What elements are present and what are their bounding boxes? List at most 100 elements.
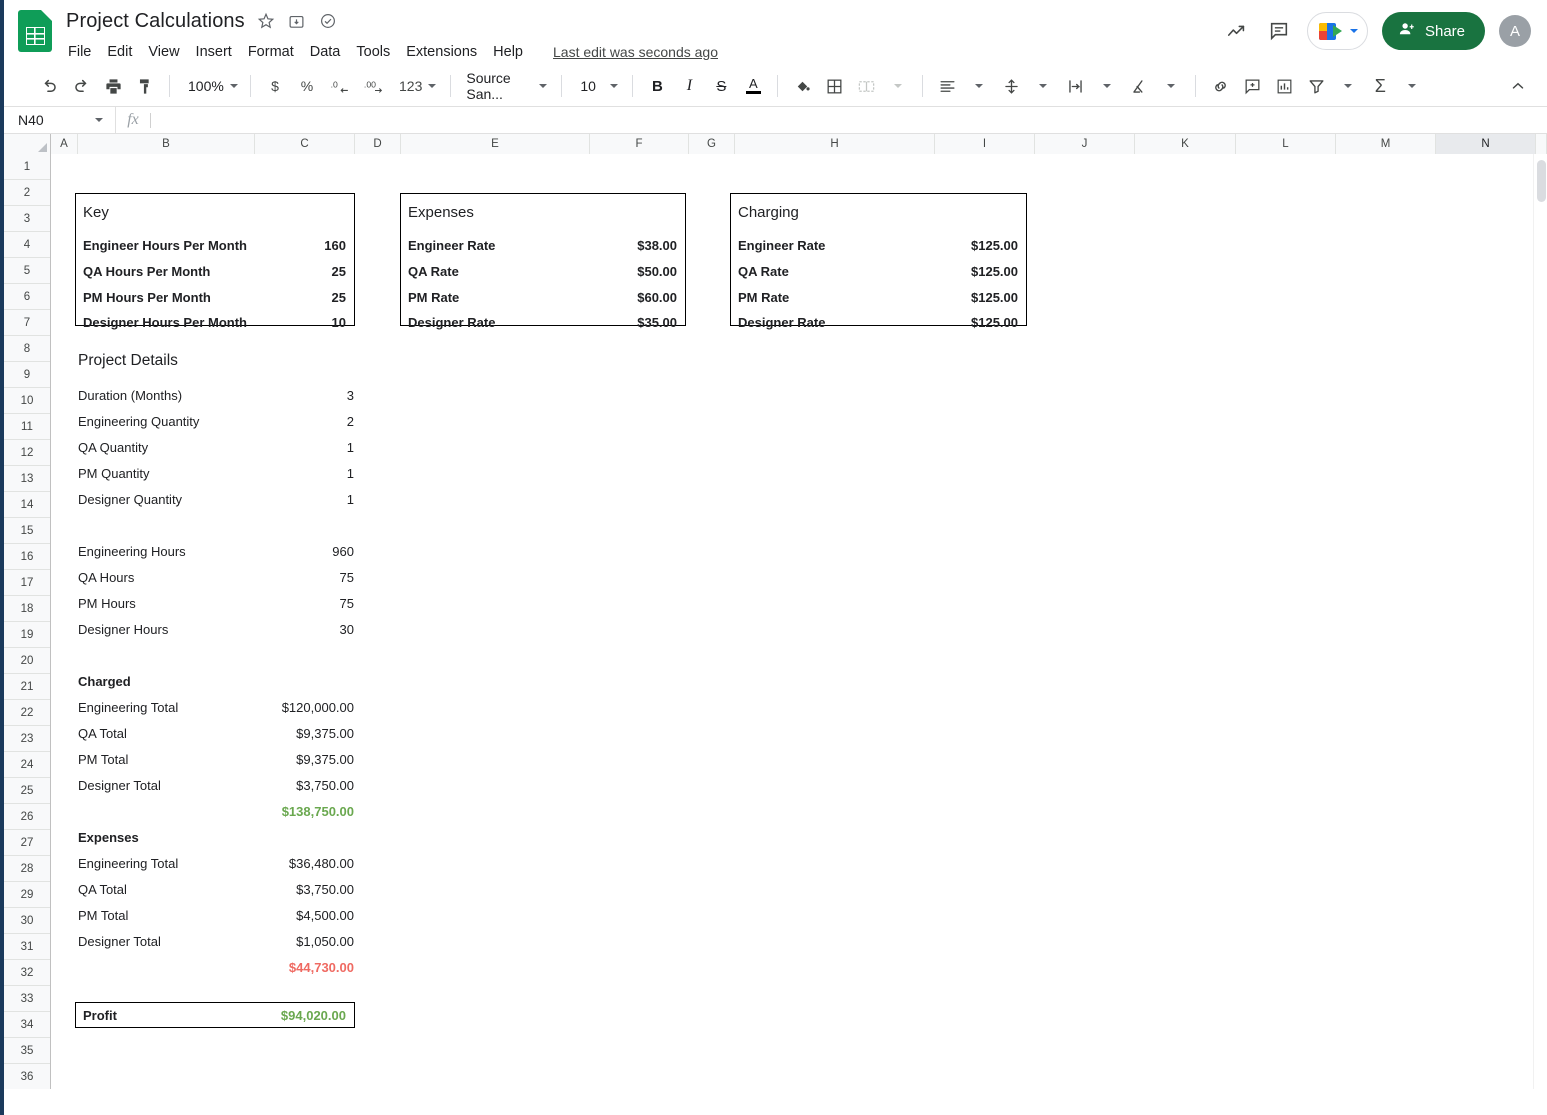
row-header[interactable]: 25 [4,778,50,804]
menu-item-help[interactable]: Help [485,41,531,63]
key-table-row[interactable]: Engineer Hours Per Month 160 [83,236,346,254]
collapse-toolbar-icon[interactable] [1503,71,1533,101]
print-icon[interactable] [98,71,128,101]
document-title[interactable]: Project Calculations [66,10,245,33]
filter-icon[interactable] [1301,71,1331,101]
expenses-rates-row[interactable]: QA Rate $50.00 [408,262,677,280]
column-header-K[interactable]: K [1135,134,1236,154]
charged-section-title[interactable]: Charged [78,672,354,690]
menu-item-view[interactable]: View [140,41,187,63]
avatar[interactable]: A [1499,15,1531,47]
filter-dropdown[interactable] [1333,71,1363,101]
project-details-row[interactable]: PM Quantity 1 [78,464,354,482]
row-header[interactable]: 1 [4,154,50,180]
project-details-title[interactable]: Project Details [78,352,178,370]
font-size-selector[interactable]: 10 [571,71,623,101]
menu-item-edit[interactable]: Edit [99,41,140,63]
charged-row[interactable]: Designer Total $3,750.00 [78,776,354,794]
row-header[interactable]: 19 [4,622,50,648]
row-header[interactable]: 29 [4,882,50,908]
charged-row[interactable]: QA Total $9,375.00 [78,724,354,742]
project-details-row[interactable]: Duration (Months) 3 [78,386,354,404]
row-header[interactable]: 4 [4,232,50,258]
column-header-overflow[interactable] [1536,134,1547,154]
vertical-scrollbar-thumb[interactable] [1537,160,1546,202]
link-icon[interactable] [1205,71,1235,101]
charging-rates-row[interactable]: QA Rate $125.00 [738,262,1018,280]
row-header[interactable]: 13 [4,466,50,492]
insert-chart-icon[interactable] [1269,71,1299,101]
select-all-corner[interactable] [4,134,51,154]
row-header[interactable]: 30 [4,908,50,934]
menu-item-insert[interactable]: Insert [188,41,240,63]
column-header-L[interactable]: L [1236,134,1336,154]
charging-rates-row[interactable]: Designer Rate $125.00 [738,313,1018,331]
vertical-align-icon[interactable] [996,71,1026,101]
expenses-rates-row[interactable]: Designer Rate $35.00 [408,313,677,331]
expenses-rates-table[interactable]: Expenses Engineer Rate $38.00 QA Rate $5… [400,193,686,330]
row-header[interactable]: 9 [4,362,50,388]
row-header[interactable]: 17 [4,570,50,596]
row-header[interactable]: 21 [4,674,50,700]
hours-row[interactable]: Designer Hours 30 [78,620,354,638]
move-to-folder-icon[interactable] [287,11,307,31]
decrease-decimal-button[interactable]: .0 [324,71,356,101]
sigma-functions-icon[interactable]: Σ [1365,71,1395,101]
project-details-row[interactable]: QA Quantity 1 [78,438,354,456]
text-wrapping-dropdown[interactable] [1092,71,1122,101]
font-family-selector[interactable]: Source San... [460,70,552,102]
bold-button[interactable]: B [642,71,672,101]
row-header[interactable]: 32 [4,960,50,986]
comment-icon[interactable] [1265,17,1293,45]
charged-row[interactable]: PM Total $9,375.00 [78,750,354,768]
expenses-rates-row[interactable]: Engineer Rate $38.00 [408,236,677,254]
key-table-row[interactable]: QA Hours Per Month 25 [83,262,346,280]
row-header[interactable]: 33 [4,986,50,1012]
column-header-D[interactable]: D [355,134,401,154]
profit-row[interactable]: Profit $94,020.00 [83,1006,346,1024]
paint-format-icon[interactable] [130,71,160,101]
google-meet-button[interactable] [1306,12,1368,50]
key-table[interactable]: Key Engineer Hours Per Month 160 QA Hour… [75,193,355,330]
row-header[interactable]: 8 [4,336,50,362]
merge-cells-dropdown[interactable] [883,71,913,101]
hours-row[interactable]: QA Hours 75 [78,568,354,586]
row-header[interactable]: 16 [4,544,50,570]
text-color-button[interactable]: A [738,71,768,101]
column-header-C[interactable]: C [255,134,355,154]
row-header[interactable]: 31 [4,934,50,960]
hours-row[interactable]: PM Hours 75 [78,594,354,612]
key-table-row[interactable]: Designer Hours Per Month 10 [83,313,346,331]
row-header[interactable]: 36 [4,1064,50,1089]
redo-icon[interactable] [66,71,96,101]
italic-button[interactable]: I [674,71,704,101]
row-header[interactable]: 14 [4,492,50,518]
horizontal-align-icon[interactable] [932,71,962,101]
column-header-G[interactable]: G [689,134,735,154]
expenses-grand-total-row[interactable]: $44,730.00 [78,958,354,976]
undo-icon[interactable] [34,71,64,101]
fill-color-icon[interactable] [787,71,817,101]
profit-box[interactable]: Profit $94,020.00 [75,1002,355,1028]
column-header-B[interactable]: B [78,134,255,154]
text-rotation-icon[interactable] [1124,71,1154,101]
row-header[interactable]: 34 [4,1012,50,1038]
expenses-total-row[interactable]: Designer Total $1,050.00 [78,932,354,950]
key-table-row[interactable]: PM Hours Per Month 25 [83,288,346,306]
sheets-logo[interactable] [18,10,52,52]
charging-rates-table[interactable]: Charging Engineer Rate $125.00 QA Rate $… [730,193,1027,330]
column-header-I[interactable]: I [935,134,1035,154]
share-button[interactable]: Share [1381,12,1485,50]
insert-comment-icon[interactable] [1237,71,1267,101]
star-icon[interactable] [256,11,276,31]
row-header[interactable]: 35 [4,1038,50,1064]
menu-item-file[interactable]: File [66,41,99,63]
hours-row[interactable]: Engineering Hours 960 [78,542,354,560]
menu-item-tools[interactable]: Tools [348,41,398,63]
percent-format-button[interactable]: % [292,71,322,101]
menu-item-format[interactable]: Format [240,41,302,63]
row-header[interactable]: 12 [4,440,50,466]
row-header[interactable]: 26 [4,804,50,830]
column-header-N[interactable]: N [1436,134,1536,154]
row-header[interactable]: 3 [4,206,50,232]
